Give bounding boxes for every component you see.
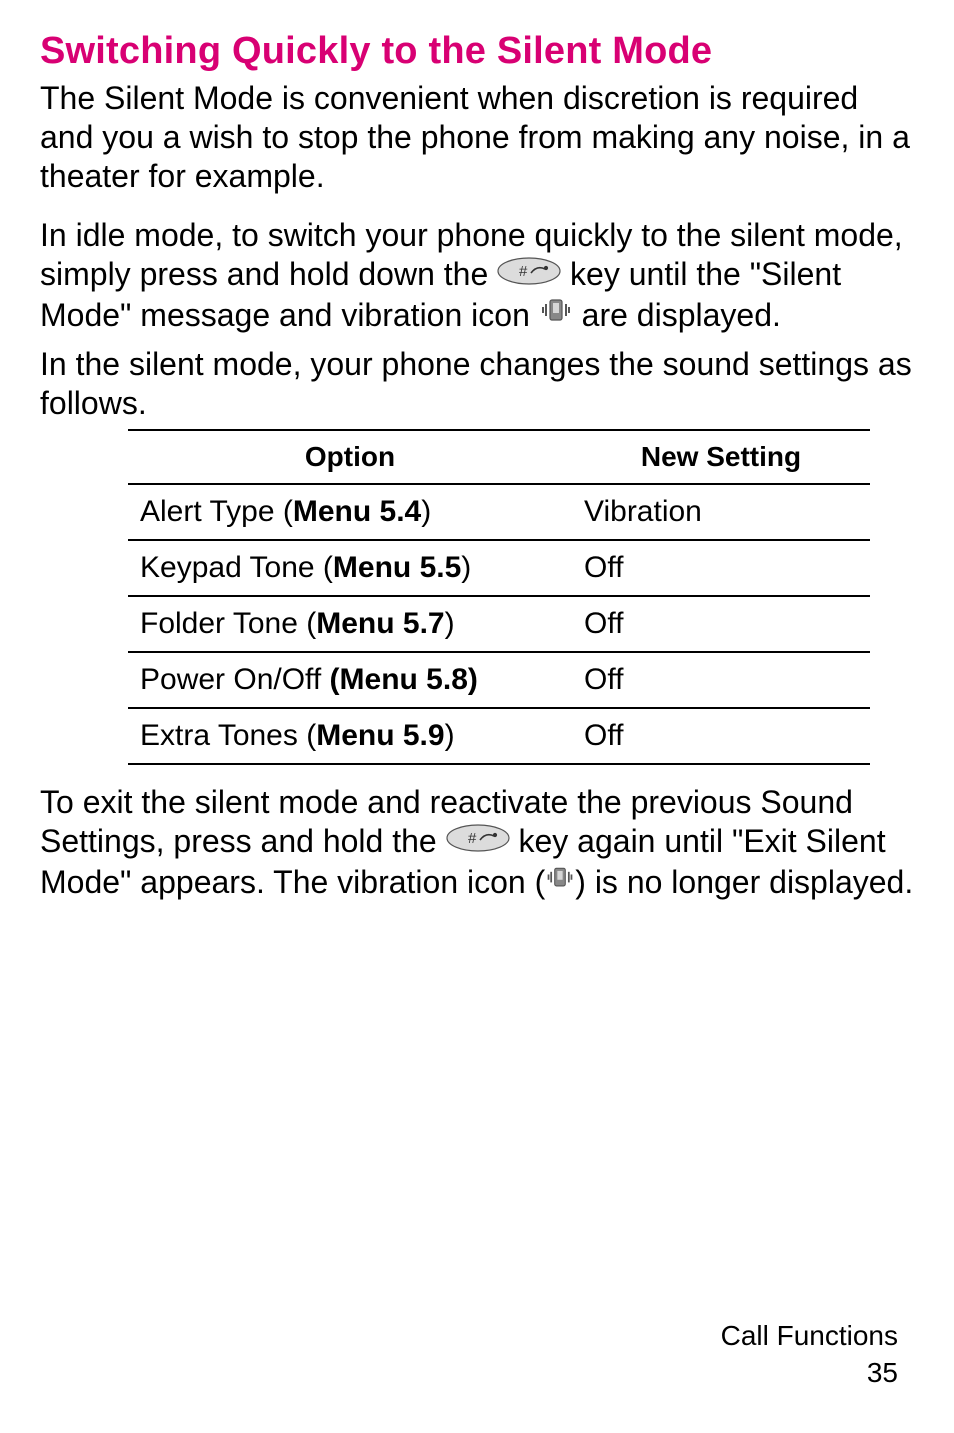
- svg-text:#: #: [468, 830, 477, 847]
- paragraph-exit-silent: To exit the silent mode and reactivate t…: [40, 783, 914, 904]
- footer-page-number: 35: [721, 1355, 898, 1391]
- opt-pre: Folder Tone (: [140, 607, 316, 640]
- paragraph-table-intro: In the silent mode, your phone changes t…: [40, 345, 914, 423]
- table-header-row: Option New Setting: [128, 430, 870, 484]
- opt-bold: (Menu 5.8): [330, 663, 478, 696]
- table-row: Keypad Tone (Menu 5.5) Off: [128, 540, 870, 596]
- table-cell-value: Off: [572, 596, 870, 652]
- table-row: Folder Tone (Menu 5.7) Off: [128, 596, 870, 652]
- paragraph-intro: The Silent Mode is convenient when discr…: [40, 79, 914, 196]
- opt-pre: Alert Type (: [140, 495, 293, 528]
- footer-section-title: Call Functions: [721, 1318, 898, 1354]
- paragraph-enter-silent-c: are displayed.: [582, 297, 781, 333]
- table-cell-option: Alert Type (Menu 5.4): [128, 484, 572, 540]
- table-cell-value: Vibration: [572, 484, 870, 540]
- opt-pre: Keypad Tone (: [140, 551, 333, 584]
- table-row: Alert Type (Menu 5.4) Vibration: [128, 484, 870, 540]
- opt-post: ): [461, 551, 471, 584]
- section-heading: Switching Quickly to the Silent Mode: [40, 30, 914, 73]
- page-footer: Call Functions 35: [721, 1318, 898, 1391]
- table-header-new-setting: New Setting: [572, 430, 870, 484]
- table-header-option: Option: [128, 430, 572, 484]
- hash-key-icon: #: [497, 255, 561, 294]
- svg-text:#: #: [519, 263, 528, 280]
- table-cell-value: Off: [572, 708, 870, 764]
- table-cell-option: Keypad Tone (Menu 5.5): [128, 540, 572, 596]
- opt-bold: Menu 5.5: [333, 551, 461, 584]
- page: Switching Quickly to the Silent Mode The…: [0, 0, 954, 1433]
- settings-table: Option New Setting Alert Type (Menu 5.4)…: [128, 429, 870, 765]
- opt-bold: Menu 5.9: [316, 719, 444, 752]
- paragraph-exit-silent-c: ) is no longer displayed.: [575, 864, 913, 900]
- table-cell-option: Extra Tones (Menu 5.9): [128, 708, 572, 764]
- settings-table-wrapper: Option New Setting Alert Type (Menu 5.4)…: [128, 429, 914, 765]
- opt-pre: Extra Tones (: [140, 719, 316, 752]
- table-cell-option: Power On/Off (Menu 5.8): [128, 652, 572, 708]
- opt-post: ): [421, 495, 431, 528]
- opt-post: ): [445, 719, 455, 752]
- opt-bold: Menu 5.4: [293, 495, 421, 528]
- opt-pre: Power On/Off: [140, 663, 330, 696]
- table-cell-value: Off: [572, 652, 870, 708]
- table-cell-option: Folder Tone (Menu 5.7): [128, 596, 572, 652]
- paragraph-enter-silent: In idle mode, to switch your phone quick…: [40, 216, 914, 339]
- vibration-icon: [545, 863, 575, 902]
- vibration-icon: [539, 294, 573, 337]
- table-row: Power On/Off (Menu 5.8) Off: [128, 652, 870, 708]
- opt-post: ): [445, 607, 455, 640]
- opt-bold: Menu 5.7: [316, 607, 444, 640]
- hash-key-icon: #: [446, 822, 510, 861]
- table-cell-value: Off: [572, 540, 870, 596]
- table-row: Extra Tones (Menu 5.9) Off: [128, 708, 870, 764]
